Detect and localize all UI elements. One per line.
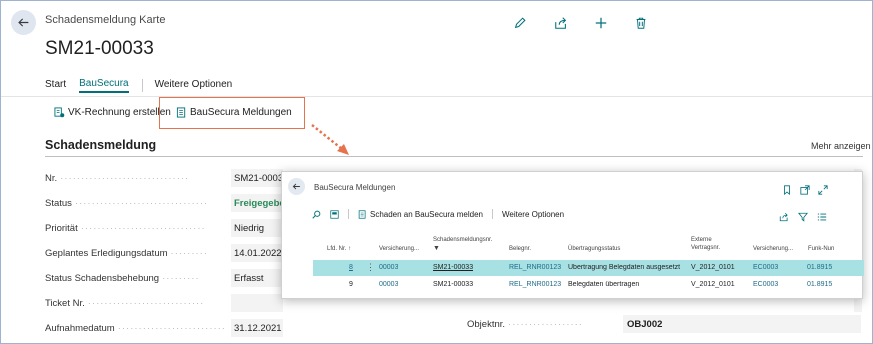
list-view-button[interactable] xyxy=(817,209,828,221)
column-header[interactable]: Übertragungsstatus xyxy=(568,245,620,253)
cell-beleg[interactable]: REL_RNR00123 xyxy=(509,264,561,271)
section-title: Schadensmeldung xyxy=(45,138,157,152)
field-label-schadensbehebung: Status Schadensbehebung ········· xyxy=(45,273,200,284)
table-row[interactable]: 8 ⋮ 00003 SM21-00033 REL_RNR00123 Übertr… xyxy=(313,260,864,276)
column-header[interactable]: Lfd. Nr. ↑ xyxy=(327,245,351,253)
field-value-ticket[interactable] xyxy=(231,294,283,312)
report-damage-label: Schaden an BauSecura melden xyxy=(370,209,483,219)
column-header[interactable]: Versicherung... xyxy=(753,245,793,253)
search-button[interactable] xyxy=(312,210,321,219)
field-label-nr: Nr. ······························· xyxy=(45,173,190,184)
field-value-objektnr[interactable]: OBJ002 xyxy=(623,315,861,333)
field-value-nr[interactable]: SM21-00033 xyxy=(231,169,283,187)
edit-button[interactable] xyxy=(511,14,529,32)
share-button[interactable] xyxy=(552,14,570,32)
expand-icon xyxy=(818,185,828,195)
open-in-new-icon xyxy=(800,185,810,195)
actions-bar: VK-Rechnung erstellen BauSecura Meldunge… xyxy=(1,96,872,129)
expand-button[interactable] xyxy=(818,182,829,195)
section-divider xyxy=(45,156,863,157)
toolbar-separator xyxy=(348,209,349,219)
share-button[interactable] xyxy=(779,209,790,222)
field-label-ticket: Ticket Nr. ···························· xyxy=(45,298,205,309)
cell-lfd[interactable]: 8 xyxy=(349,264,353,271)
search-icon xyxy=(312,210,321,219)
cell-versicherung[interactable]: 00003 xyxy=(379,281,398,288)
field-value-aufnahmedatum[interactable]: 31.12.2021 xyxy=(231,319,283,337)
field-label-erledigungsdatum: Geplantes Erledigungsdatum ········· xyxy=(45,248,209,259)
callout-arrow-icon xyxy=(311,124,349,155)
cell-versicherung[interactable]: 00003 xyxy=(379,264,398,271)
bookmark-icon xyxy=(784,185,790,196)
field-value-status[interactable]: Freigegeben xyxy=(231,194,283,212)
invoice-icon xyxy=(54,107,65,118)
cell-versicherung2[interactable]: EC0003 xyxy=(753,281,778,288)
share-icon xyxy=(555,17,567,29)
plus-icon xyxy=(595,17,607,29)
vk-rechnung-label: VK-Rechnung erstellen xyxy=(68,107,171,118)
sort-down-icon: ▼ xyxy=(433,245,440,252)
cell-vertrag: V_2012_0101 xyxy=(691,281,735,288)
row-menu-icon[interactable]: ⋮ xyxy=(366,262,375,273)
edit-list-icon xyxy=(330,209,339,219)
field-label-objektnr: Objektnr. ·················· xyxy=(467,319,583,330)
field-value-schadensbehebung[interactable]: Erfasst xyxy=(231,269,283,287)
back-button[interactable] xyxy=(11,10,36,35)
edit-list-button[interactable] xyxy=(330,209,339,219)
report-damage-button[interactable]: Schaden an BauSecura melden xyxy=(358,210,483,219)
cell-lfd: 9 xyxy=(349,281,353,288)
filter-button[interactable] xyxy=(797,209,809,222)
field-value-erledigungsdatum[interactable]: 14.01.2022 xyxy=(231,244,283,262)
column-header[interactable]: Belegnr. xyxy=(509,245,531,253)
bookmark-button[interactable] xyxy=(782,182,793,196)
more-link[interactable]: Mehr anzeigen xyxy=(811,141,871,151)
cell-schadensmeldung: SM21-00033 xyxy=(433,281,474,288)
open-new-window-button[interactable] xyxy=(800,182,811,195)
cell-versicherung2[interactable]: EC0003 xyxy=(753,264,778,271)
cell-status: Übertragung Belegdaten ausgesetzt xyxy=(568,264,681,271)
column-header[interactable]: Funk-Nun xyxy=(808,245,834,253)
new-button[interactable] xyxy=(592,14,610,32)
pencil-icon xyxy=(514,17,526,29)
dialog-back-button[interactable] xyxy=(288,178,305,195)
tab-weitere-optionen[interactable]: Weitere Optionen xyxy=(155,79,233,92)
cell-vertrag: V_2012_0101 xyxy=(691,264,735,271)
tab-separator xyxy=(141,79,143,92)
page-frame: Schadensmeldung Karte SM21-00033 Start B… xyxy=(0,0,873,344)
report-list-icon xyxy=(358,209,366,219)
table-row[interactable]: 9 00003 SM21-00033 REL_RNR00123 Belegdat… xyxy=(313,277,864,293)
bausecura-meldungen-dialog: BauSecura Meldungen Schaden an BauSecura… xyxy=(281,171,864,299)
field-value-prioritaet[interactable]: Niedrig xyxy=(231,219,283,237)
tab-bausecura[interactable]: BauSecura xyxy=(79,78,129,93)
cell-beleg[interactable]: REL_RNR00123 xyxy=(509,281,561,288)
page-kind: Schadensmeldung Karte xyxy=(45,14,166,26)
cell-funk: 01.8915 xyxy=(807,281,833,288)
cell-funk: 01.8915 xyxy=(807,264,833,271)
tab-start[interactable]: Start xyxy=(45,79,66,92)
column-header[interactable]: Externe Vertragsnr. xyxy=(691,236,731,252)
arrow-left-icon xyxy=(18,18,29,27)
cell-status: Belegdaten übertragen xyxy=(568,281,640,288)
field-label-prioritaet: Priorität ······························ xyxy=(45,223,206,234)
delete-button[interactable] xyxy=(632,14,650,32)
list-icon xyxy=(817,213,827,221)
page-title: SM21-00033 xyxy=(45,38,154,59)
highlight-box xyxy=(159,97,305,129)
share-icon xyxy=(779,212,788,222)
toolbar-separator xyxy=(491,209,493,219)
column-header[interactable]: Schadensmeldungsnr. xyxy=(433,236,492,244)
field-label-aufnahmedatum: Aufnahmedatum ·························· xyxy=(45,323,226,334)
action-tabs: Start BauSecura Weitere Optionen xyxy=(45,78,245,93)
dialog-toolbar: Schaden an BauSecura melden Weitere Opti… xyxy=(312,209,573,219)
trash-icon xyxy=(636,17,646,29)
more-options-button[interactable]: Weitere Optionen xyxy=(502,210,564,219)
column-header[interactable]: Versicherung... xyxy=(379,245,419,253)
arrow-left-icon xyxy=(292,183,300,190)
filter-icon xyxy=(797,212,809,222)
dialog-title: BauSecura Meldungen xyxy=(314,183,396,192)
field-label-status: Status ································ xyxy=(45,198,209,209)
vk-rechnung-button[interactable]: VK-Rechnung erstellen xyxy=(54,107,171,118)
cell-schadensmeldung[interactable]: SM21-00033 xyxy=(433,264,473,271)
